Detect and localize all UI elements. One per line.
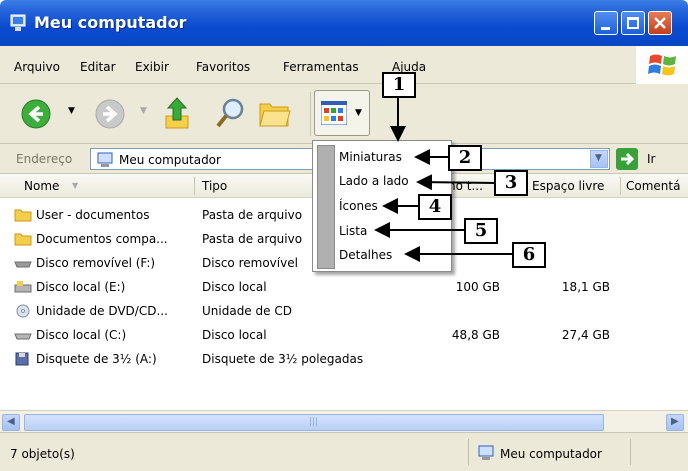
callout-3: 3 (494, 170, 528, 196)
scroll-thumb[interactable]: ||| (24, 414, 604, 431)
grip-icon: ||| (309, 417, 319, 427)
chevron-left-icon: ◀ (7, 416, 15, 427)
callout-5: 5 (464, 218, 498, 244)
horizontal-scrollbar[interactable]: ◀ ||| ▶ (0, 410, 688, 432)
scroll-left-button[interactable]: ◀ (2, 414, 20, 431)
callout-1: 1 (382, 72, 416, 98)
scroll-right-button[interactable]: ▶ (666, 414, 684, 431)
status-separator (630, 439, 631, 465)
callout-6: 6 (512, 242, 546, 268)
callout-4: 4 (418, 194, 452, 220)
annotation-arrows (374, 98, 514, 262)
computer-icon (478, 445, 494, 460)
status-bar: 7 objeto(s) Meu computador (0, 432, 688, 471)
chevron-right-icon: ▶ (671, 416, 679, 427)
status-count: 7 objeto(s) (10, 447, 75, 461)
status-location: Meu computador (500, 447, 602, 461)
arrow-3 (416, 174, 497, 191)
status-separator (468, 439, 469, 465)
callout-2: 2 (448, 145, 482, 171)
